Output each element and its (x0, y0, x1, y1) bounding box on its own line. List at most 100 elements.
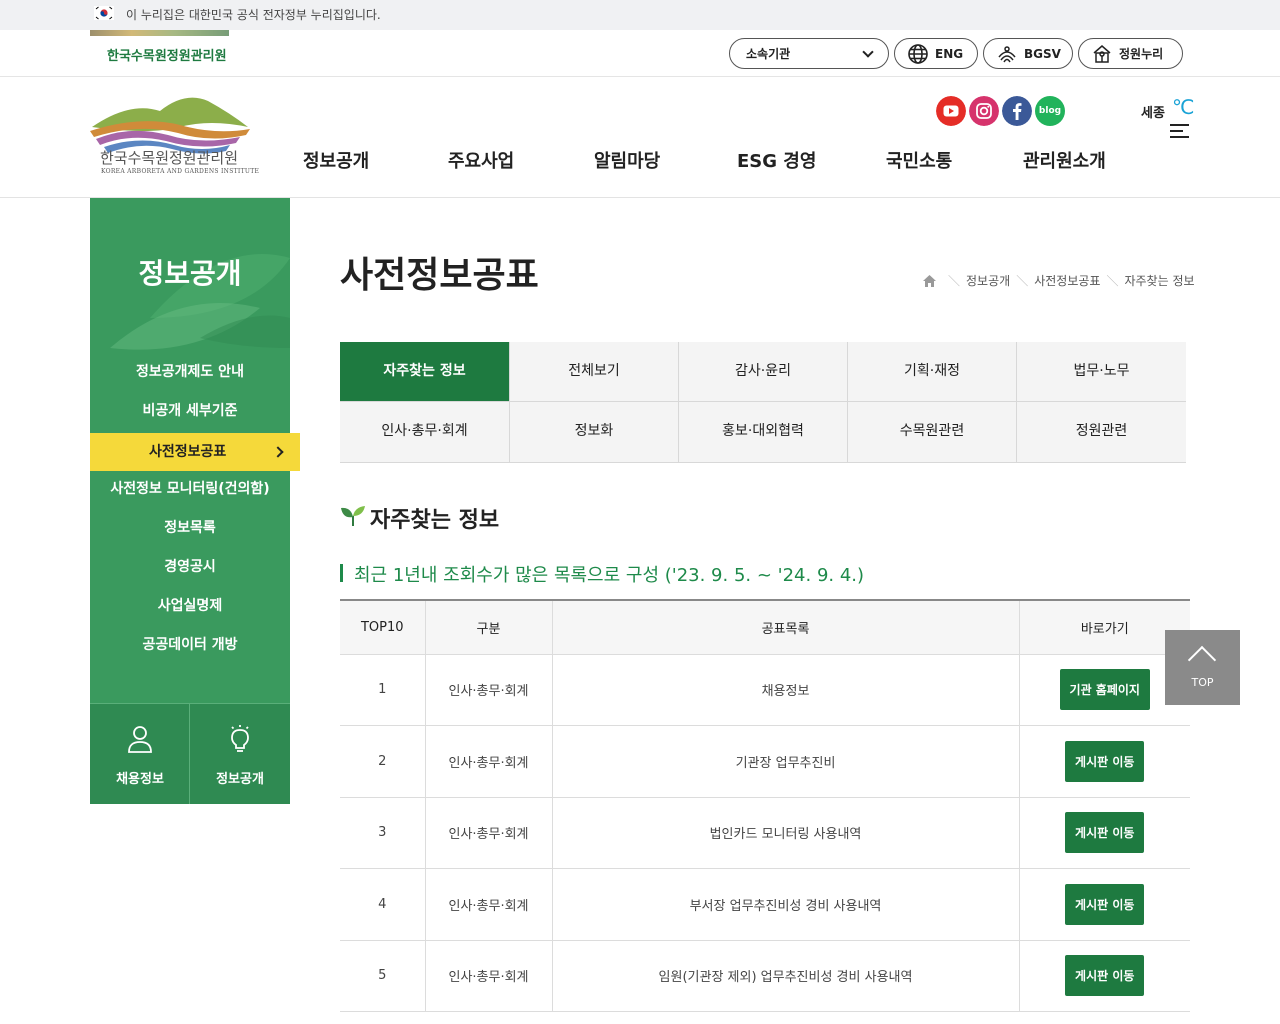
facebook-icon[interactable] (1002, 96, 1032, 126)
board-link-button[interactable]: 게시판 이동 (1065, 883, 1145, 925)
side-nav-item-nondisclosure[interactable]: 비공개 세부기준 (90, 393, 290, 430)
side-nav-item-pre-disclosure[interactable]: 사전정보공표 (90, 433, 300, 471)
english-label: ENG (935, 46, 964, 61)
homepage-link-button[interactable]: 기관 홈페이지 (1059, 669, 1150, 711)
chevron-down-icon (862, 46, 874, 58)
person-icon (128, 726, 152, 753)
table-row: 2 인사·총무·회계 기관장 업무추진비 게시판 이동 (340, 725, 1190, 798)
tab-frequent-info[interactable]: 자주찾는 정보 (340, 342, 510, 402)
weather-location: 세종 (1141, 106, 1165, 121)
board-link-button[interactable]: 게시판 이동 (1065, 955, 1145, 997)
category-cell: 인사·총무·회계 (424, 868, 553, 941)
rank-cell: 5 (340, 939, 426, 1012)
category-cell: 인사·총무·회계 (424, 939, 553, 1012)
tab-legal-labor[interactable]: 법무·노무 (1017, 342, 1186, 402)
column-header: 구분 (424, 600, 553, 655)
rank-cell: 3 (340, 796, 426, 869)
affiliate-select[interactable]: 소속기관 (729, 38, 889, 69)
table-row: 1 인사·총무·회계 채용정보 기관 홈페이지 (340, 653, 1190, 726)
link-cell: 게시판 이동 (1018, 868, 1190, 941)
institution-name: 한국수목원정원관리원 (107, 49, 227, 64)
quick-link-info-disclosure[interactable]: 정보공개 (190, 703, 290, 804)
gnb-about[interactable]: 관리원소개 (1023, 147, 1106, 173)
quick-link-info-disclosure-label: 정보공개 (216, 772, 264, 787)
site-header: 한국수목원정원관리원 KOREA ARBORETA AND GARDENS IN… (0, 77, 1280, 198)
rank-cell: 4 (340, 868, 426, 941)
breadcrumb-item[interactable]: 자주찾는 정보 (1124, 272, 1194, 289)
table-row: 4 인사·총무·회계 부서장 업무추진비성 경비 사용내역 게시판 이동 (340, 868, 1190, 941)
youtube-icon[interactable] (936, 96, 966, 126)
category-cell: 인사·총무·회계 (424, 796, 553, 869)
home-icon[interactable] (923, 274, 936, 287)
side-nav-item-project-name[interactable]: 사업실명제 (90, 588, 290, 625)
gnb-esg[interactable]: ESG 경영 (737, 147, 816, 173)
table-row: 3 인사·총무·회계 법인카드 모니터링 사용내역 게시판 이동 (340, 796, 1190, 869)
tab-view-all[interactable]: 전체보기 (510, 342, 679, 402)
gnb-public-communication[interactable]: 국민소통 (886, 147, 952, 173)
scroll-top-button[interactable]: TOP (1165, 630, 1240, 705)
item-cell: 임원(기관장 제외) 업무추진비성 경비 사용내역 (551, 939, 1020, 1012)
side-nav-item-management-disclosure[interactable]: 경영공시 (90, 549, 290, 586)
item-cell: 법인카드 모니터링 사용내역 (551, 796, 1020, 869)
side-nav-item-info-system[interactable]: 정보공개제도 안내 (90, 354, 290, 391)
gnb-main-business[interactable]: 주요사업 (448, 147, 514, 173)
side-navigation: 정보공개 정보공개제도 안내 비공개 세부기준 사전정보 모니터링(건의함) 정… (90, 198, 290, 804)
tab-pr-external[interactable]: 홍보·대외협력 (679, 402, 848, 462)
side-nav-item-pre-disclosure-label: 사전정보공표 (149, 444, 227, 460)
tab-audit-ethics[interactable]: 감사·윤리 (679, 342, 848, 402)
table-row: 5 인사·총무·회계 임원(기관장 제외) 업무추진비성 경비 사용내역 게시판… (340, 939, 1190, 1012)
item-cell: 기관장 업무추진비 (551, 725, 1020, 798)
garden-house-icon (1093, 44, 1111, 63)
lightbulb-icon (231, 725, 249, 752)
link-cell: 게시판 이동 (1018, 796, 1190, 869)
instagram-icon[interactable] (969, 96, 999, 126)
column-header: TOP10 (340, 600, 426, 655)
rank-cell: 2 (340, 725, 426, 798)
section-subtitle: 최근 1년내 조회수가 많은 목록으로 구성 ('23. 9. 5. ~ '24… (340, 561, 864, 587)
gnb-notice[interactable]: 알림마당 (594, 147, 660, 173)
rank-cell: 1 (340, 653, 426, 726)
column-header: 공표목록 (551, 600, 1020, 655)
logo-english-name: KOREA ARBORETA AND GARDENS INSTITUTE (101, 168, 260, 175)
garden-nuri-button[interactable]: 정원누리 (1078, 38, 1183, 69)
scroll-top-label: TOP (1191, 676, 1214, 689)
blog-icon[interactable]: blog (1035, 96, 1065, 126)
category-cell: 인사·총무·회계 (424, 653, 553, 726)
bgsv-label: BGSV (1024, 46, 1061, 61)
category-tabs: 자주찾는 정보 전체보기 감사·윤리 기획·재정 법무·노무 인사·총무·회계 … (340, 342, 1186, 463)
side-nav-item-monitoring[interactable]: 사전정보 모니터링(건의함) (90, 471, 290, 508)
side-nav-item-info-list[interactable]: 정보목록 (90, 510, 290, 547)
utility-bar: 한국수목원정원관리원 소속기관 ENG BGSV 정원누리 (0, 30, 1280, 77)
breadcrumb-item[interactable]: 정보공개 (966, 272, 1010, 289)
section-title: 자주찾는 정보 (370, 508, 500, 533)
board-link-button[interactable]: 게시판 이동 (1065, 812, 1145, 854)
globe-icon (908, 43, 928, 64)
category-cell: 인사·총무·회계 (424, 725, 553, 798)
tab-hr-admin[interactable]: 인사·총무·회계 (340, 402, 510, 462)
gov-banner-text[interactable]: 이 누리집은 대한민국 공식 전자정부 누리집입니다. (126, 6, 381, 23)
korea-flag-icon (94, 6, 114, 20)
quick-link-recruitment[interactable]: 채용정보 (90, 703, 190, 804)
tab-informatization[interactable]: 정보화 (510, 402, 679, 462)
garden-nuri-label: 정원누리 (1119, 47, 1164, 61)
institution-strip (90, 30, 229, 36)
tab-garden[interactable]: 정원관련 (1017, 402, 1186, 462)
tab-planning-finance[interactable]: 기획·재정 (848, 342, 1017, 402)
sprout-icon (341, 506, 365, 526)
link-cell: 게시판 이동 (1018, 725, 1190, 798)
board-link-button[interactable]: 게시판 이동 (1065, 740, 1145, 782)
quick-link-recruitment-label: 채용정보 (116, 772, 164, 787)
item-cell: 채용정보 (551, 653, 1020, 726)
english-button[interactable]: ENG (894, 38, 978, 69)
affiliate-select-label: 소속기관 (746, 47, 791, 61)
tab-arboretum[interactable]: 수목원관련 (848, 402, 1017, 462)
gov-banner: 이 누리집은 대한민국 공식 전자정부 누리집입니다. (0, 0, 1280, 30)
breadcrumb-item[interactable]: 사전정보공표 (1034, 272, 1100, 289)
bgsv-button[interactable]: BGSV (983, 38, 1073, 69)
weather-unit: ℃ (1172, 95, 1195, 119)
item-cell: 부서장 업무추진비성 경비 사용내역 (551, 868, 1020, 941)
side-nav-item-public-data[interactable]: 공공데이터 개방 (90, 627, 290, 664)
chevron-right-icon (272, 446, 284, 458)
gnb-info-disclosure[interactable]: 정보공개 (303, 147, 369, 173)
menu-icon[interactable] (1170, 124, 1189, 138)
